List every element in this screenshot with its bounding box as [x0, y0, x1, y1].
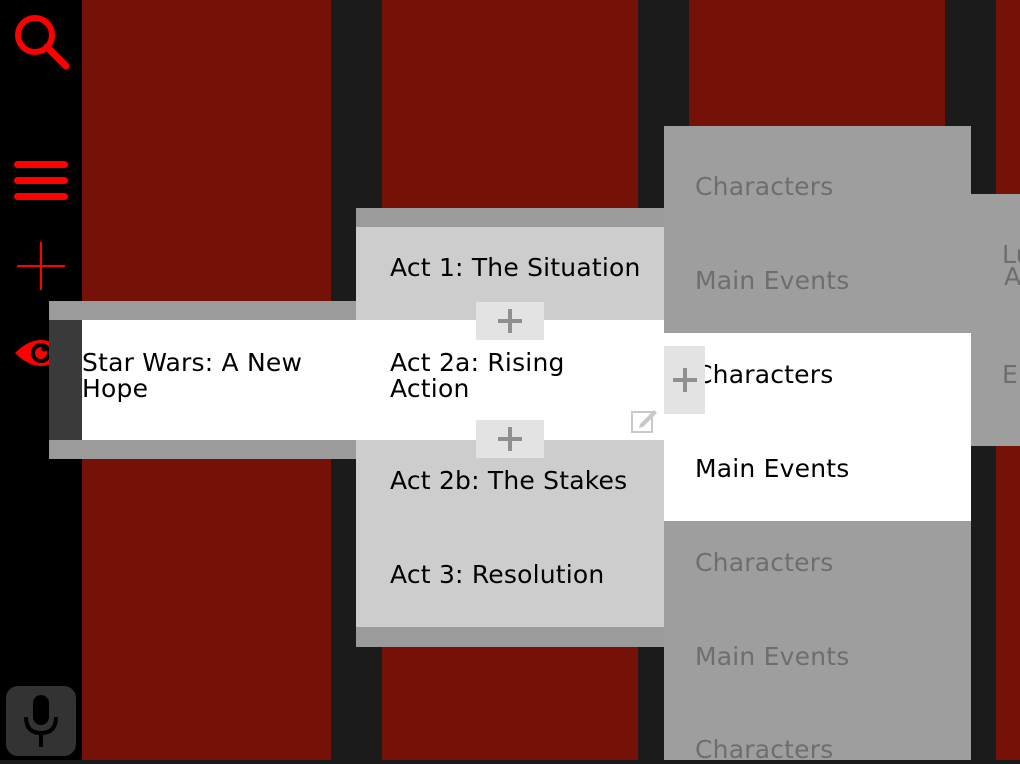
add-act-below-button[interactable]	[476, 420, 544, 458]
story-card[interactable]: Star Wars: A New Hope	[82, 320, 356, 440]
section-label[interactable]: Characters	[695, 174, 833, 200]
section-label[interactable]: Characters	[695, 737, 833, 763]
section-label[interactable]: Main Events	[695, 644, 849, 670]
edge-text: A	[1004, 262, 1020, 291]
edge-column-card[interactable]: Lu A Er	[971, 194, 1020, 446]
act-label: Act 1: The Situation	[390, 253, 641, 282]
add-section-button[interactable]	[664, 346, 705, 414]
section-label[interactable]: Characters	[695, 362, 833, 388]
add-icon[interactable]	[10, 235, 72, 297]
edge-text: Er	[1002, 360, 1020, 389]
act-card[interactable]: Act 3: Resolution	[356, 534, 664, 627]
add-act-above-button[interactable]	[476, 302, 544, 340]
search-icon[interactable]	[10, 10, 72, 72]
act-label: Act 3: Resolution	[390, 560, 605, 589]
section-label[interactable]: Characters	[695, 550, 833, 576]
section-label[interactable]: Main Events	[695, 456, 849, 482]
story-title: Star Wars: A New Hope	[82, 348, 303, 403]
edit-icon[interactable]	[630, 406, 658, 434]
microphone-button[interactable]	[6, 686, 76, 756]
section-label[interactable]: Main Events	[695, 268, 849, 294]
act-label: Act 2b: The Stakes	[390, 466, 628, 495]
act-label: Act 2a: Rising Action	[390, 348, 565, 403]
microphone-icon	[24, 695, 58, 747]
story-card-left-edge	[49, 320, 82, 440]
menu-icon[interactable]	[10, 150, 72, 212]
